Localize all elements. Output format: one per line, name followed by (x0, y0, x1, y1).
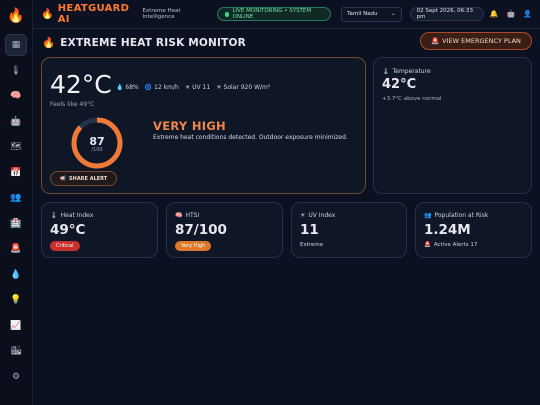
thermometer-icon: 🌡 (382, 68, 390, 75)
weather-stats: 💧 68% 🌀 12 km/h ☀ UV 11 ☀ Solar 920 W/m² (116, 84, 270, 91)
heat-index-value: 49°C (50, 222, 86, 238)
map-icon[interactable]: 🗺 (5, 136, 27, 158)
uv-index-label: ☀ UV Index (300, 212, 336, 219)
heat-risk-card: 42°C 💧 68% 🌀 12 km/h ☀ UV 11 ☀ Solar 920… (41, 57, 366, 194)
population-value: 1.24M (424, 222, 471, 238)
sidebar: 🔥 ▦ 🌡 🧠 🤖 🗺 📅 👥 🏥 🚨 💧 💡 📈 🏙 ⚙ ◐ (0, 0, 33, 405)
chart-icon[interactable]: 📈 (5, 315, 27, 337)
heat-index-card: 🌡 Heat Index 49°C Critical (41, 202, 158, 258)
megaphone-icon: 📢 (59, 175, 67, 182)
robot-icon[interactable]: 🤖 (5, 111, 27, 133)
wind-icon: 🌀 (144, 84, 153, 91)
droplet-icon: 💧 (116, 84, 124, 91)
bell-icon[interactable]: 🔔 (490, 10, 499, 18)
calendar-icon[interactable]: 📅 (5, 162, 27, 184)
uv-stat: ☀ UV 11 (184, 84, 211, 91)
siren-icon: 🚨 (424, 242, 431, 248)
brand: 🔥 HEATGUARD AI (41, 3, 135, 25)
people-icon[interactable]: 👥 (5, 187, 27, 209)
uv-index-card: ☀ UV Index 11 Extreme (291, 202, 407, 258)
brand-tagline: Extreme Heat Intelligence (142, 8, 181, 20)
active-alerts: 🚨 Active Alerts 17 (424, 242, 478, 248)
robot-icon[interactable]: 🤖 (507, 10, 516, 18)
sun-icon: ☀ (184, 84, 191, 91)
htsi-label: 🧠 HTSI (175, 212, 200, 219)
temperature-card: 🌡 Temperature 42°C +3.7°C above normal (373, 57, 532, 194)
temperature-delta: +3.7°C above normal (382, 96, 442, 102)
population-card: 👥 Population at Risk 1.24M 🚨 Active Aler… (415, 202, 532, 258)
region-value: Tamil Nadu (347, 11, 378, 17)
uv-index-level: Extreme (300, 242, 324, 248)
heat-index-label: 🌡 Heat Index (50, 212, 94, 219)
region-select[interactable]: Tamil Nadu ⌄ (341, 6, 402, 22)
risk-level: VERY HIGH (153, 119, 226, 133)
sun-icon: ☀ (300, 212, 306, 219)
bulb-icon[interactable]: 💡 (5, 289, 27, 311)
critical-badge: Critical (50, 241, 80, 251)
city-icon[interactable]: 🏙 (5, 340, 27, 362)
hospital-icon[interactable]: 🏥 (5, 213, 27, 235)
thermometer-icon: 🌡 (50, 212, 58, 219)
thermometer-icon[interactable]: 🌡 (5, 60, 27, 82)
gear-icon[interactable]: ⚙ (5, 366, 27, 388)
sun-icon: ☀ (216, 84, 222, 91)
flame-icon: 🔥 (41, 8, 54, 20)
brain-icon: 🧠 (175, 212, 183, 219)
emergency-button-label: VIEW EMERGENCY PLAN (442, 37, 521, 45)
page-title-text: EXTREME HEAT RISK MONITOR (60, 36, 246, 49)
wind-stat: 🌀 12 km/h (144, 84, 179, 91)
top-icons: 🔔 🤖 👤 (490, 10, 532, 18)
share-alert-label: SHARE ALERT (69, 175, 108, 182)
humidity-stat: 💧 68% (116, 84, 139, 91)
droplet-icon[interactable]: 💧 (5, 264, 27, 286)
current-temperature: 42°C (50, 70, 112, 99)
theme-toggle-icon[interactable]: ◐ (5, 401, 27, 405)
brand-name: HEATGUARD AI (57, 3, 130, 25)
live-status-pill: LIVE MONITORING • SYSTEM ONLINE (217, 7, 332, 21)
datetime-text: 02 Sept 2026, 06:33 pm (416, 8, 474, 20)
solar-stat: ☀ Solar 920 W/m² (216, 84, 271, 91)
status-dot-icon (225, 11, 230, 17)
temperature-value: 42°C (382, 77, 417, 92)
datetime-badge: 02 Sept 2026, 06:33 pm (409, 7, 484, 21)
sidebar-nav: ▦ 🌡 🧠 🤖 🗺 📅 👥 🏥 🚨 💧 💡 📈 🏙 ⚙ ◐ (5, 32, 27, 405)
people-icon: 👥 (424, 212, 432, 219)
very-high-badge: Very High (175, 241, 212, 251)
uv-index-value: 11 (300, 222, 319, 238)
temperature-label: 🌡 Temperature (382, 68, 431, 75)
htsi-value: 87/100 (175, 222, 227, 238)
top-bar: 🔥 HEATGUARD AI Extreme Heat Intelligence… (33, 0, 540, 29)
flame-logo-icon: 🔥 (7, 8, 25, 24)
dashboard-icon[interactable]: ▦ (5, 34, 27, 56)
population-label: 👥 Population at Risk (424, 212, 489, 219)
gauge-unit: /100 (91, 147, 103, 153)
live-status-text: LIVE MONITORING • SYSTEM ONLINE (232, 8, 312, 20)
htsi-card: 🧠 HTSI 87/100 Very High (166, 202, 283, 258)
siren-icon[interactable]: 🚨 (5, 238, 27, 260)
brain-icon[interactable]: 🧠 (5, 85, 27, 107)
siren-icon: 🚨 (431, 37, 440, 45)
chevron-down-icon: ⌄ (391, 11, 396, 17)
page-title: 🔥 EXTREME HEAT RISK MONITOR (42, 36, 246, 50)
share-alert-button[interactable]: 📢 SHARE ALERT (50, 171, 117, 186)
flame-icon: 🔥 (42, 37, 56, 49)
risk-description: Extreme heat conditions detected. Outdoo… (153, 134, 348, 141)
view-emergency-plan-button[interactable]: 🚨 VIEW EMERGENCY PLAN (420, 32, 532, 50)
feels-like: Feels like 49°C (50, 101, 95, 108)
user-icon[interactable]: 👤 (523, 10, 532, 18)
